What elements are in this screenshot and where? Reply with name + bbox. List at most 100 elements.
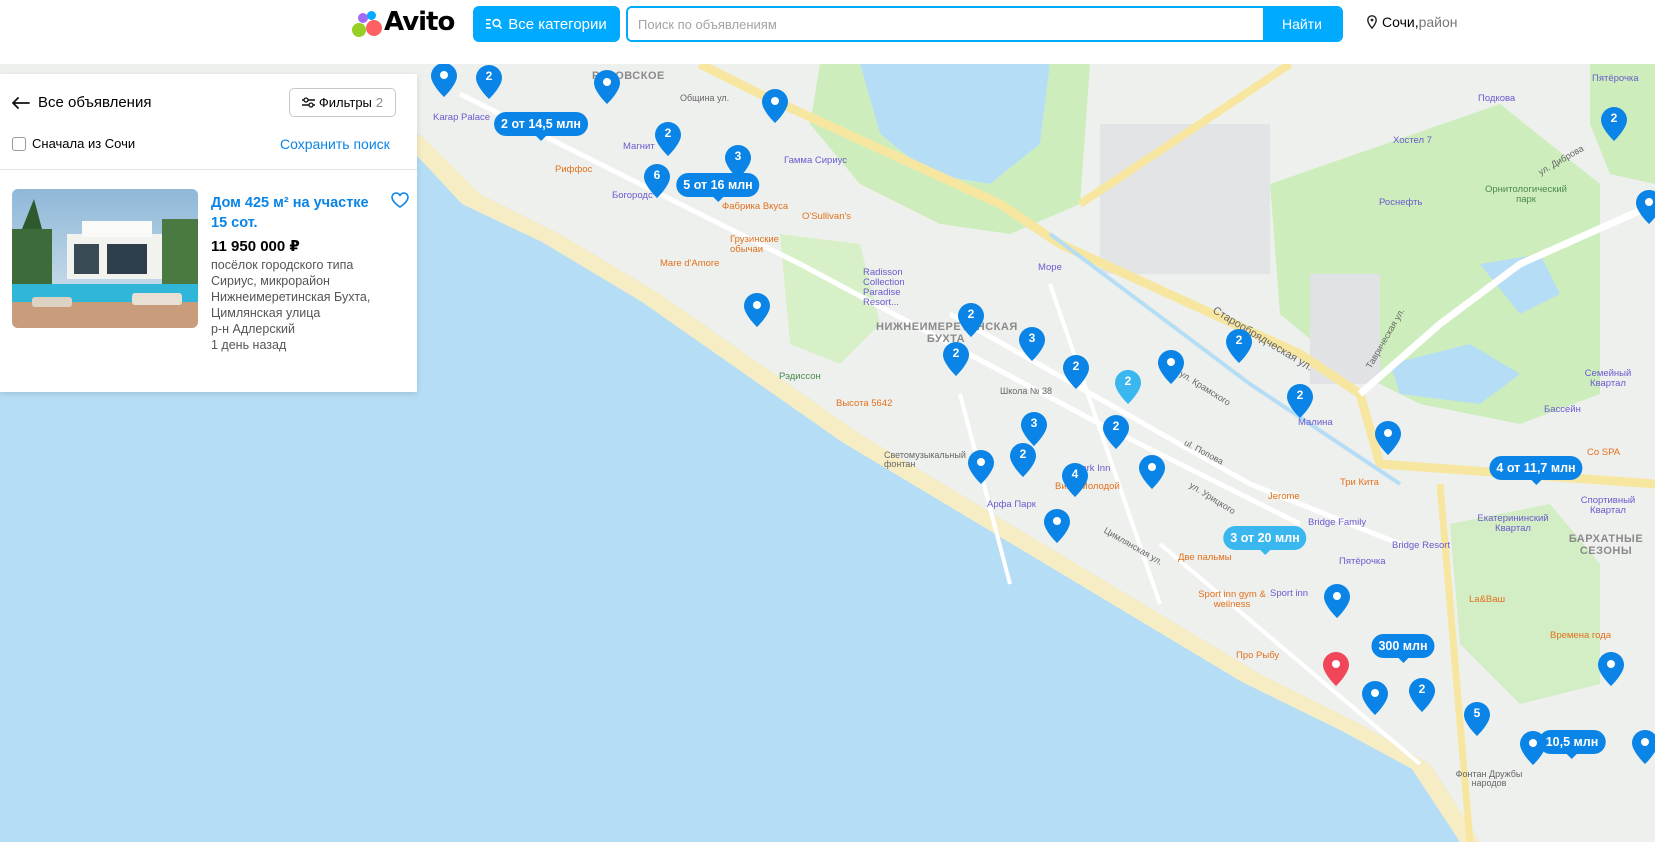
price-cluster-pill[interactable]: 300 млн <box>1371 634 1435 663</box>
price-cluster-pill[interactable]: 4 от 11,7 млн <box>1489 456 1583 485</box>
arrow-left-icon <box>12 96 30 109</box>
location-district: район <box>1418 14 1458 30</box>
listing-pin[interactable] <box>1598 652 1624 686</box>
map-label: Екатерининский Квартал <box>1477 513 1549 534</box>
cluster-pin[interactable]: 2 <box>1409 678 1435 712</box>
map-label: Пятёрочка <box>1339 556 1386 567</box>
price-cluster-pill[interactable]: 5 от 16 млн <box>676 173 760 202</box>
map-label: La&Ваш <box>1469 594 1506 605</box>
listing-pin[interactable] <box>1044 509 1070 543</box>
address-line: Нижнеимеретинская Бухта, <box>211 290 371 304</box>
listing-price: 11 950 000 ₽ <box>211 238 300 255</box>
all-categories-label: Все категории <box>508 15 607 33</box>
sochi-first-toggle[interactable]: Сначала из Сочи <box>12 136 135 151</box>
map-label: Грузинские обычаи <box>730 234 779 255</box>
cluster-count: 2 <box>1296 388 1304 402</box>
listing-pin[interactable] <box>1632 730 1655 764</box>
map-label: Семейный Квартал <box>1584 368 1632 389</box>
cluster-pin[interactable]: 2 <box>1063 355 1089 389</box>
map-label: Sport inn gym & wellness <box>1198 589 1266 610</box>
listing-pin[interactable] <box>1324 584 1350 618</box>
address-line: посёлок городского типа <box>211 258 354 272</box>
sochi-first-checkbox[interactable] <box>12 136 26 151</box>
map-label: Море <box>1038 262 1062 273</box>
save-search-link[interactable]: Сохранить поиск <box>280 136 390 152</box>
cluster-pin[interactable]: 2 <box>1601 107 1627 141</box>
cluster-count: 2 <box>952 346 960 360</box>
search-button[interactable]: Найти <box>1263 8 1341 40</box>
map-label: Про Рыбу <box>1236 650 1280 661</box>
listing-pin[interactable] <box>1636 190 1655 224</box>
map-label: Подкова <box>1478 93 1516 104</box>
map-label: Пятёрочка <box>1592 73 1639 84</box>
cluster-pin[interactable]: 4 <box>1062 463 1088 497</box>
cluster-count: 2 <box>1418 682 1426 696</box>
listing-side-panel: Все объявления Фильтры 2 Сначала из Сочи… <box>0 74 417 392</box>
cluster-count: 2 <box>1235 333 1243 347</box>
price-cluster-pill[interactable]: 3 от 20 млн <box>1223 526 1307 555</box>
cluster-count: 3 <box>1030 416 1038 430</box>
cluster-pin[interactable]: 2 <box>1115 370 1141 404</box>
map-label: Фабрика Вкуса <box>722 201 789 212</box>
house-photo-image <box>12 189 198 328</box>
selected-listing-pin[interactable] <box>1323 652 1349 686</box>
cluster-pin[interactable]: 3 <box>1019 327 1045 361</box>
map-label: Спортивный Квартал <box>1580 495 1636 516</box>
cluster-pin[interactable]: 2 <box>476 65 502 99</box>
listing-pin[interactable] <box>1362 681 1388 715</box>
cluster-count: 4 <box>1071 467 1079 481</box>
cluster-pin[interactable]: 2 <box>1226 329 1252 363</box>
listing-pin[interactable] <box>762 89 788 123</box>
map-label: Арфа Парк <box>987 499 1036 510</box>
cluster-pin[interactable]: 2 <box>943 342 969 376</box>
map-label: Роснефть <box>1379 197 1423 208</box>
cluster-count: 6 <box>653 168 661 182</box>
listing-pin[interactable] <box>744 293 770 327</box>
cluster-pin[interactable]: 2 <box>1010 443 1036 477</box>
cluster-pin[interactable]: 3 <box>1021 412 1047 446</box>
map-label: Три Кита <box>1340 477 1379 488</box>
logo-text: Avito <box>384 7 455 37</box>
favorite-heart-icon[interactable] <box>391 192 409 208</box>
cluster-pin[interactable]: 2 <box>655 122 681 156</box>
cluster-pin[interactable]: 5 <box>1464 702 1490 736</box>
map-label: Radisson Collection Paradise Resort... <box>863 267 905 308</box>
cluster-count: 2 <box>1072 359 1080 373</box>
filters-button[interactable]: Фильтры 2 <box>289 88 396 117</box>
categories-search-icon <box>486 18 503 30</box>
filters-label: Фильтры <box>318 95 372 110</box>
address-district: р-н Адлерский <box>211 322 296 336</box>
back-to-all-listings[interactable]: Все объявления <box>12 94 151 111</box>
search-input[interactable] <box>628 8 1263 40</box>
map-label: Риффос <box>555 164 593 175</box>
map-label: Орнитологический парк <box>1484 184 1567 205</box>
listing-pin[interactable] <box>431 64 457 97</box>
map-label: Bridge Family <box>1308 517 1367 528</box>
listing-pin[interactable] <box>594 70 620 104</box>
cluster-pin[interactable]: 2 <box>958 303 984 337</box>
panel-divider <box>0 169 417 170</box>
sochi-first-label: Сначала из Сочи <box>32 136 136 151</box>
listing-pin[interactable] <box>1158 350 1184 384</box>
cluster-count: 2 <box>967 307 975 321</box>
listing-card[interactable]: Дом 425 м² на участке 15 сот. 11 950 000… <box>12 189 409 369</box>
location-pin-icon <box>1367 15 1377 29</box>
map-label: Школа № 38 <box>1000 386 1053 396</box>
cluster-pin[interactable]: 2 <box>1287 384 1313 418</box>
listing-pin[interactable] <box>1139 455 1165 489</box>
cluster-pin[interactable]: 2 <box>1103 415 1129 449</box>
listing-pin[interactable] <box>968 450 994 484</box>
avito-logo[interactable]: Avito <box>352 6 455 38</box>
map-label: Jerome <box>1268 491 1300 502</box>
all-categories-button[interactable]: Все категории <box>473 6 620 42</box>
map-label: O'Sullivan's <box>802 211 852 222</box>
price-cluster-pill[interactable]: 10,5 млн <box>1538 730 1606 759</box>
price-cluster-pill[interactable]: 2 от 14,5 млн <box>494 112 588 141</box>
cluster-pin[interactable]: 6 <box>644 164 670 198</box>
listing-photo[interactable] <box>12 189 198 328</box>
map-label: Община ул. <box>680 93 730 103</box>
location-selector[interactable]: Сочи, район <box>1367 14 1458 30</box>
listing-pin[interactable] <box>1375 421 1401 455</box>
map-label: Со SPA <box>1587 447 1621 458</box>
listing-title[interactable]: Дом 425 м² на участке 15 сот. <box>211 193 386 233</box>
